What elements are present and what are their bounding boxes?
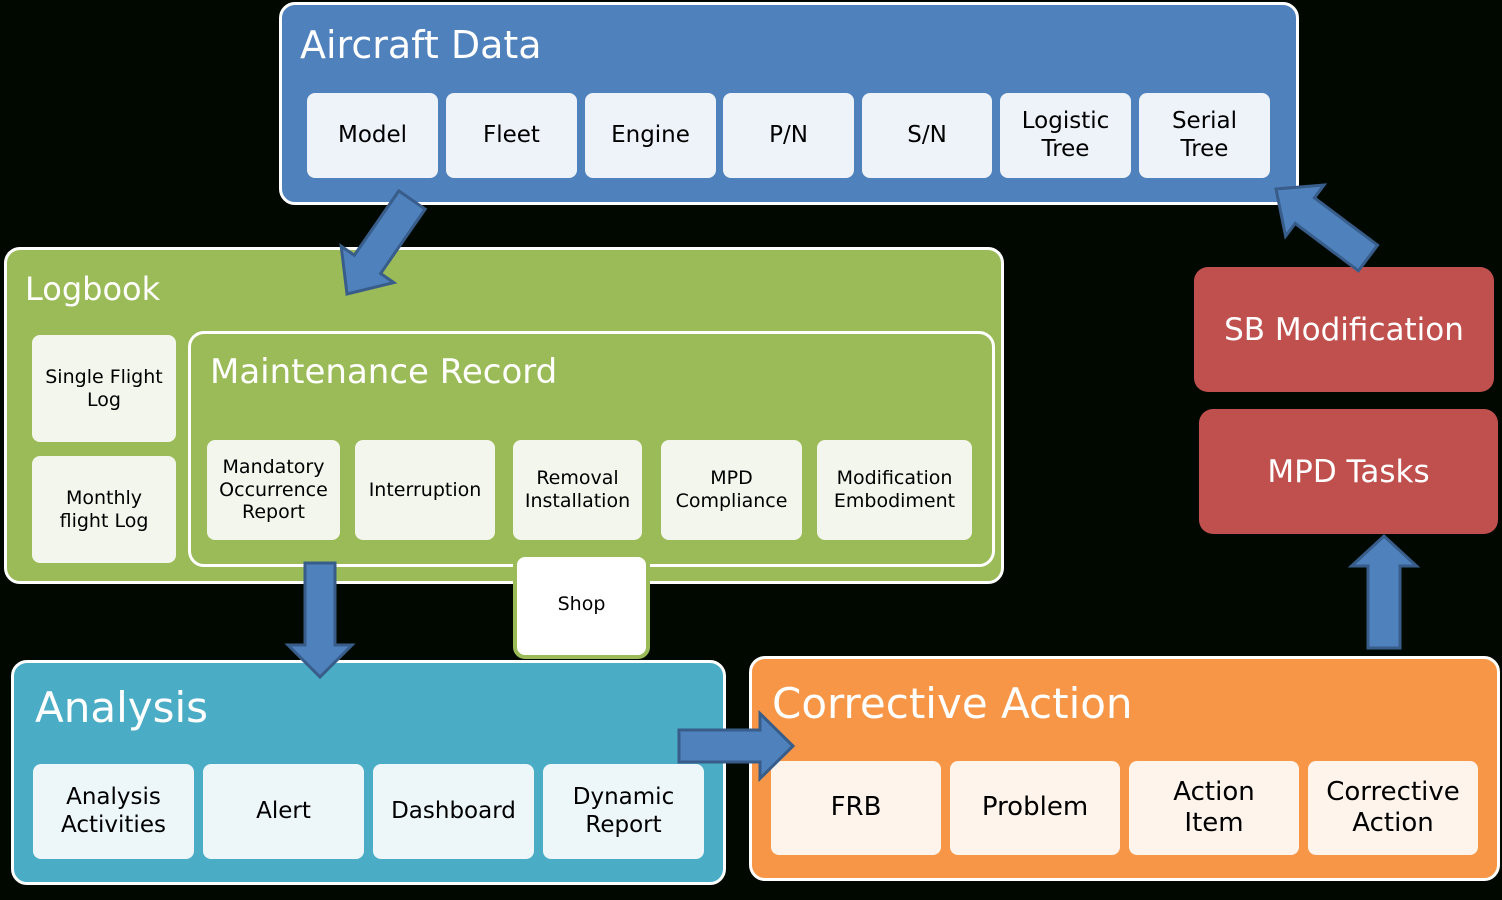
arrow-logbook-to-analysis <box>284 561 356 680</box>
arrow-corrective-action-to-mpd-tasks <box>1347 533 1421 650</box>
arrow-sb-modification-to-aircraft <box>1274 183 1380 273</box>
arrows-layer <box>284 183 1421 783</box>
arrow-aircraft-to-logbook <box>339 188 428 296</box>
arrow-analysis-to-corrective-action <box>677 709 796 783</box>
